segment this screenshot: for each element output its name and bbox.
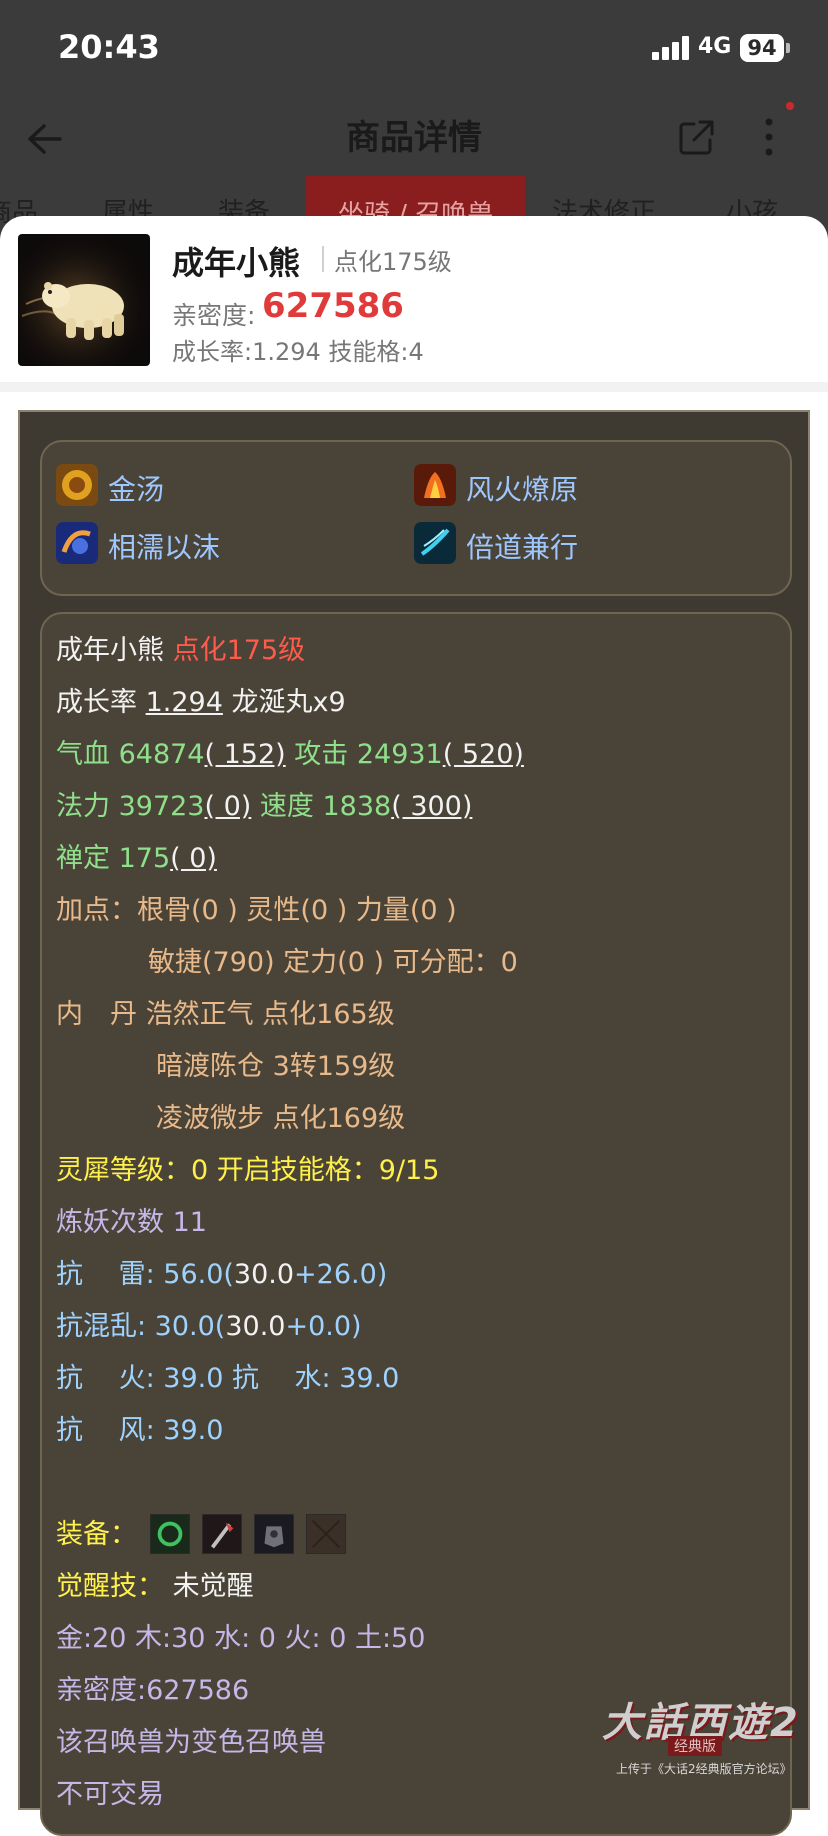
status-bar: 20:43 4G 94 bbox=[0, 0, 828, 100]
detail-sheet: 成年小熊 点化175级 亲密度: 627586 成长率:1.294 技能格:4 … bbox=[0, 216, 828, 1836]
attr-core-line-2: 暗渡陈仓 3转159级 bbox=[156, 1051, 396, 1082]
attr-equip-line: 装备： bbox=[56, 1518, 137, 1552]
armor-equip-icon[interactable] bbox=[254, 1514, 294, 1554]
awaken-value: 未觉醒 bbox=[172, 1571, 254, 1602]
atk-bonus: ( 520) bbox=[442, 739, 524, 770]
attr-hp-atk-line: 气血 64874( 152) 攻击 24931( 520) bbox=[56, 738, 524, 772]
attr-color-note: 该召唤兽为变色召唤兽 bbox=[56, 1727, 326, 1758]
section-separator bbox=[0, 382, 828, 392]
hp-value: 气血 64874 bbox=[56, 739, 205, 770]
zen-value: 禅定 175 bbox=[56, 843, 171, 874]
status-time: 20:43 bbox=[58, 28, 160, 66]
skill-name: 金汤 bbox=[108, 473, 165, 506]
battery-tip bbox=[786, 43, 790, 53]
attr-core-line-1: 内 丹 浩然正气 点化165级 bbox=[56, 999, 395, 1030]
hp-bonus: ( 152) bbox=[204, 739, 286, 770]
pet-level: 点化175级 bbox=[334, 248, 452, 276]
atk-value: 攻击 24931 bbox=[294, 739, 443, 770]
signal-icon bbox=[652, 36, 692, 60]
attr-res-thunder-line: 抗 雷: 56.0(30.0+26.0) bbox=[56, 1258, 387, 1292]
notification-dot bbox=[786, 102, 794, 110]
res-chaos-rest: +0.0) bbox=[285, 1311, 362, 1342]
zen-bonus: ( 0) bbox=[170, 843, 217, 874]
attr-refine-line: 炼妖次数 11 bbox=[56, 1207, 207, 1238]
attr-intimacy-line: 亲密度:627586 bbox=[56, 1675, 250, 1706]
network-type: 4G bbox=[698, 34, 732, 59]
pet-bear-image bbox=[18, 234, 150, 366]
attr-mp-spd-line: 法力 39723( 0) 速度 1838( 300) bbox=[56, 790, 472, 824]
awaken-label: 觉醒技： bbox=[56, 1571, 164, 1602]
axe-equip-icon[interactable] bbox=[202, 1514, 242, 1554]
growth-value: 1.294 bbox=[145, 687, 223, 718]
empty-slot-icon[interactable] bbox=[306, 1514, 346, 1554]
skill-name: 倍道兼行 bbox=[466, 531, 579, 564]
wind-fire-skill-icon bbox=[414, 464, 456, 506]
attr-growth-line: 成长率 1.294 龙涎丸x9 bbox=[56, 686, 346, 720]
intimacy-value: 627586 bbox=[262, 286, 404, 326]
pet-summary: 成年小熊 点化175级 亲密度: 627586 成长率:1.294 技能格:4 bbox=[0, 216, 828, 380]
attr-points-line-1: 加点：根骨(0 ) 灵性(0 ) 力量(0 ) bbox=[56, 895, 457, 926]
divider bbox=[322, 246, 324, 272]
spd-bonus: ( 300) bbox=[391, 791, 473, 822]
attr-points-line-2: 敏捷(790) 定力(0 ) 可分配：0 bbox=[148, 947, 518, 978]
share-icon[interactable] bbox=[672, 112, 722, 162]
battery-icon: 94 bbox=[740, 34, 784, 62]
res-chaos-label: 抗混乱: 30.0( bbox=[56, 1311, 226, 1342]
watermark-caption: 上传于《大话2经典版官方论坛》 bbox=[616, 1762, 792, 1776]
attr-rhino-line: 灵犀等级：0 开启技能格：9/15 bbox=[56, 1155, 440, 1186]
skills-box: 金汤 风火燎原 相濡以沫 倍道兼行 bbox=[40, 440, 792, 596]
more-options-icon[interactable] bbox=[752, 112, 786, 162]
attr-trade-note: 不可交易 bbox=[56, 1779, 164, 1810]
res-thunder-label: 抗 雷: 56.0( bbox=[56, 1259, 234, 1290]
attr-awaken-line: 觉醒技： 未觉醒 bbox=[56, 1570, 254, 1604]
game-detail-panel: 金汤 风火燎原 相濡以沫 倍道兼行 成年小熊 点化175级 成长率 1.294 … bbox=[18, 410, 810, 1836]
ring-equip-icon[interactable] bbox=[150, 1514, 190, 1554]
pet-attributes-box: 成年小熊 点化175级 成长率 1.294 龙涎丸x9 气血 64874( 15… bbox=[40, 612, 792, 1836]
attr-res-wind-line: 抗 风: 39.0 bbox=[56, 1415, 224, 1446]
mp-value: 法力 39723 bbox=[56, 791, 205, 822]
intimacy-label: 亲密度: bbox=[172, 301, 256, 330]
attr-zen-line: 禅定 175( 0) bbox=[56, 842, 217, 876]
res-chaos-base: 30.0 bbox=[225, 1311, 286, 1342]
growth-and-skill-slots: 成长率:1.294 技能格:4 bbox=[172, 338, 424, 366]
pet-name: 成年小熊 bbox=[172, 244, 301, 282]
skill-name: 风火燎原 bbox=[466, 473, 579, 506]
attr-elements-line: 金:20 木:30 水: 0 火: 0 土:50 bbox=[56, 1623, 426, 1654]
game-logo-watermark: 大話西遊2 经典版 上传于《大话2经典版官方论坛》 bbox=[598, 1690, 808, 1780]
res-thunder-rest: +26.0) bbox=[294, 1259, 388, 1290]
attr-res-chaos-line: 抗混乱: 30.0(30.0+0.0) bbox=[56, 1310, 362, 1344]
watermark-sub: 经典版 bbox=[668, 1736, 722, 1756]
mp-bonus: ( 0) bbox=[204, 791, 252, 822]
attr-core-line-3: 凌波微步 点化169级 bbox=[156, 1103, 406, 1134]
growth-extra: 龙涎丸x9 bbox=[231, 687, 346, 718]
attr-res-fire-water-line: 抗 火: 39.0 抗 水: 39.0 bbox=[56, 1363, 400, 1394]
double-speed-skill-icon bbox=[414, 522, 456, 564]
attr-name-line: 成年小熊 点化175级 bbox=[56, 634, 305, 668]
skill-name: 相濡以沫 bbox=[108, 531, 221, 564]
mutual-care-skill-icon bbox=[56, 522, 98, 564]
equipment-slots bbox=[150, 1514, 370, 1556]
spd-value: 速度 1838 bbox=[259, 791, 392, 822]
golden-soup-skill-icon bbox=[56, 464, 98, 506]
growth-label: 成长率 bbox=[56, 687, 137, 718]
res-thunder-base: 30.0 bbox=[233, 1259, 295, 1290]
detail-name: 成年小熊 bbox=[56, 635, 164, 666]
equip-label: 装备： bbox=[56, 1519, 137, 1550]
detail-level: 点化175级 bbox=[172, 635, 306, 666]
